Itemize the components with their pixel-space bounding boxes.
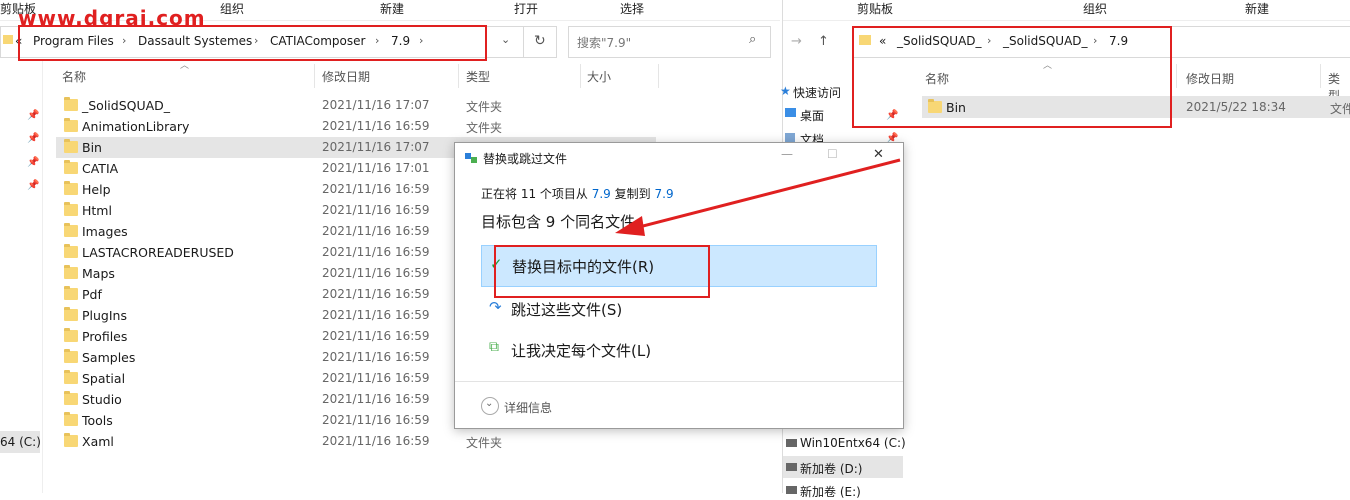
- annotation-arrow: [615, 158, 901, 236]
- arrow-head: [615, 216, 645, 236]
- arrow-line: [634, 158, 901, 230]
